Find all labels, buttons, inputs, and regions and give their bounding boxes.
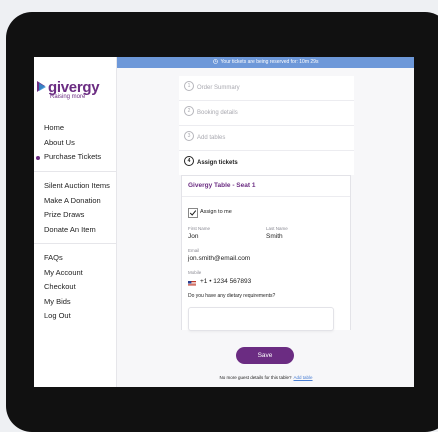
first-name-field[interactable]: Jon (188, 233, 198, 240)
reservation-timer-text: Your tickets are being reserved for: 10m… (220, 59, 319, 65)
seat-card: Givergy Table - Seat 1 Assign to me Firs… (181, 175, 351, 331)
nav-group-fundraising: Silent Auction Items Make A Donation Pri… (44, 179, 110, 237)
sidebar-item-donate-item[interactable]: Donate An Item (44, 223, 110, 238)
givergy-logo-mark-icon (37, 81, 46, 92)
add-table-link[interactable]: Add table (294, 375, 313, 380)
dietary-requirements-input[interactable] (188, 307, 334, 331)
step-number: 2 (184, 106, 194, 117)
step-number: 1 (184, 81, 194, 92)
sidebar-divider (34, 171, 116, 172)
step-order-summary[interactable]: 1 Order Summary (179, 76, 354, 101)
sidebar: givergy Raising more Home About Us Purch… (34, 57, 117, 387)
step-label: Booking details (197, 110, 238, 116)
logo-tagline: Raising more (50, 94, 86, 100)
seat-card-title: Givergy Table - Seat 1 (188, 182, 256, 189)
step-label: Order Summary (197, 85, 240, 91)
sidebar-item-make-donation[interactable]: Make A Donation (44, 194, 110, 209)
sidebar-divider (34, 243, 116, 244)
nav-group-main: Home About Us Purchase Tickets (35, 121, 101, 165)
step-assign-tickets[interactable]: 4 Assign tickets (179, 151, 354, 175)
step-label: Add tables (197, 135, 226, 141)
email-label: Email (188, 248, 200, 253)
sidebar-item-silent-auction[interactable]: Silent Auction Items (44, 179, 110, 194)
email-field[interactable]: jon.smith@email.com (188, 255, 250, 262)
dietary-question: Do you have any dietary requirements? (188, 293, 276, 299)
sidebar-item-about-us[interactable]: About Us (44, 136, 101, 151)
last-name-label: Last Name (266, 226, 288, 231)
sidebar-item-log-out[interactable]: Log Out (44, 309, 83, 324)
reservation-banner: Your tickets are being reserved for: 10m… (117, 57, 414, 68)
sidebar-item-prize-draws[interactable]: Prize Draws (44, 208, 110, 223)
sidebar-item-purchase-tickets[interactable]: Purchase Tickets (35, 150, 101, 165)
step-label: Assign tickets (197, 160, 238, 166)
sidebar-item-my-bids[interactable]: My Bids (44, 295, 83, 310)
assign-to-me-checkbox[interactable] (188, 208, 198, 218)
sidebar-item-home[interactable]: Home (44, 121, 101, 136)
last-name-field[interactable]: Smith (266, 233, 283, 240)
sidebar-item-faqs[interactable]: FAQs (44, 251, 83, 266)
step-number: 4 (184, 156, 194, 167)
step-add-tables[interactable]: 3 Add tables (179, 126, 354, 151)
mobile-label: Mobile (188, 270, 202, 275)
mobile-field[interactable]: +1 • 1234 567893 (200, 278, 251, 285)
checkmark-icon (189, 210, 197, 216)
first-name-label: First Name (188, 226, 211, 231)
step-booking-details[interactable]: 2 Booking details (179, 101, 354, 126)
card-divider (182, 196, 350, 197)
sidebar-item-my-account[interactable]: My Account (44, 266, 83, 281)
save-button[interactable]: Save (236, 347, 294, 364)
tablet-screen: givergy Raising more Home About Us Purch… (34, 57, 414, 387)
add-table-note-text: No more guest details for this table? (219, 375, 292, 380)
step-number: 3 (184, 131, 194, 142)
assign-to-me-label: Assign to me (200, 209, 232, 215)
sidebar-item-checkout[interactable]: Checkout (44, 280, 83, 295)
nav-group-account: FAQs My Account Checkout My Bids Log Out (44, 251, 83, 324)
clock-icon (212, 59, 218, 64)
givergy-logo[interactable]: givergy Raising more (36, 79, 116, 103)
us-flag-icon[interactable] (188, 281, 196, 286)
add-table-note: No more guest details for this table? Add… (186, 375, 346, 380)
